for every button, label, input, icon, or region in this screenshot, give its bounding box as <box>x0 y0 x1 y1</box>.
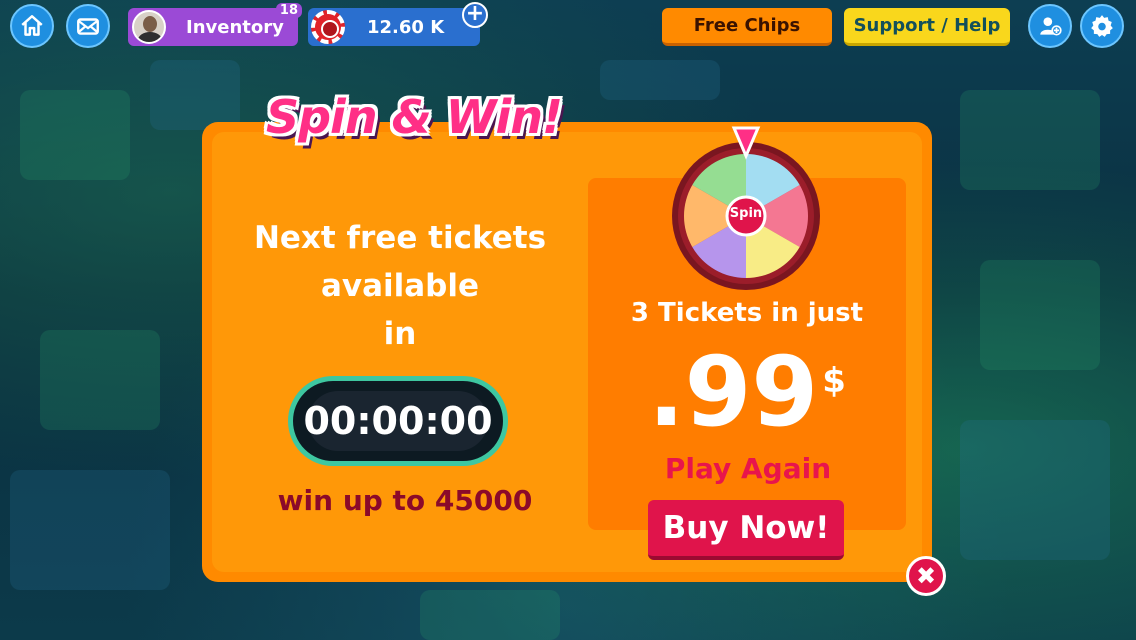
next-line-1: Next free tickets <box>253 220 547 256</box>
add-friend-icon <box>1040 17 1062 36</box>
close-icon: ✖ <box>915 562 937 590</box>
next-line-2: available <box>320 268 480 304</box>
mail-button[interactable] <box>66 4 110 48</box>
next-line-3: in <box>383 316 417 352</box>
tickets-offer-text: 3 Tickets in just <box>630 298 864 328</box>
price-display: .99 $ <box>588 338 906 446</box>
spin-label: Spin <box>729 206 763 221</box>
play-again-text: Play Again <box>664 452 832 485</box>
chips-value: 12.60 K <box>367 16 445 38</box>
countdown-timer: 00:00:00 <box>288 376 508 466</box>
chips-balance: 12.60 K + <box>308 2 488 46</box>
home-button[interactable] <box>10 4 54 48</box>
prize-wheel[interactable]: Spin <box>668 126 824 292</box>
next-free-tickets-text: Next free tickets available in <box>240 214 560 358</box>
home-icon <box>21 15 43 36</box>
poker-chip-icon <box>311 10 345 44</box>
modal-title: Spin & Win! <box>266 90 563 144</box>
avatar <box>132 10 166 44</box>
price-value: .99 <box>648 336 819 448</box>
buy-now-button[interactable]: Buy Now! <box>648 500 844 560</box>
add-chips-button[interactable]: + <box>462 2 488 28</box>
inventory-button[interactable]: Inventory 18 <box>128 3 302 46</box>
add-friend-button[interactable] <box>1028 4 1072 48</box>
mail-icon <box>77 18 99 35</box>
inventory-label: Inventory <box>186 16 284 38</box>
inventory-count-badge: 18 <box>275 3 302 18</box>
settings-button[interactable] <box>1080 4 1124 48</box>
free-chips-button[interactable]: Free Chips <box>662 8 832 46</box>
win-up-to-text: win up to 45000 <box>277 484 533 517</box>
timer-value: 00:00:00 <box>303 391 493 451</box>
currency-symbol: $ <box>822 361 846 401</box>
gear-icon <box>1091 15 1113 37</box>
support-help-button[interactable]: Support / Help <box>844 8 1010 46</box>
close-modal-button[interactable]: ✖ <box>906 556 946 596</box>
